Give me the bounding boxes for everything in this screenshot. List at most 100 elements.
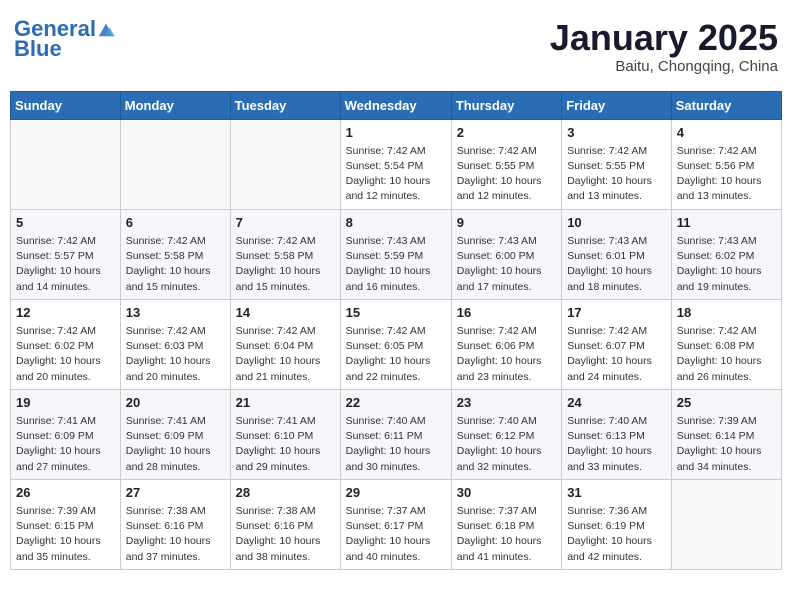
day-info: Sunrise: 7:42 AMSunset: 5:55 PMDaylight:… [567, 144, 666, 205]
calendar-cell: 28Sunrise: 7:38 AMSunset: 6:16 PMDayligh… [230, 479, 340, 569]
day-info: Sunrise: 7:43 AMSunset: 5:59 PMDaylight:… [346, 234, 446, 295]
calendar-cell: 4Sunrise: 7:42 AMSunset: 5:56 PMDaylight… [671, 119, 781, 209]
day-info: Sunrise: 7:38 AMSunset: 6:16 PMDaylight:… [126, 504, 225, 565]
day-info: Sunrise: 7:37 AMSunset: 6:17 PMDaylight:… [346, 504, 446, 565]
calendar-cell: 14 Sunrise: 7:42 AMSunset: 6:04 PMDayligh… [230, 299, 340, 389]
day-number: 19 [16, 394, 115, 412]
day-info: Sunrise: 7:43 AMSunset: 6:02 PMDaylight:… [677, 234, 776, 295]
calendar-cell: 25Sunrise: 7:39 AMSunset: 6:14 PMDayligh… [671, 389, 781, 479]
calendar-cell: 18Sunrise: 7:42 AMSunset: 6:08 PMDayligh… [671, 299, 781, 389]
day-number: 26 [16, 484, 115, 502]
calendar-cell: 10 Sunrise: 7:43 AMSunset: 6:01 PMDayligh… [562, 209, 672, 299]
calendar-cell: 13Sunrise: 7:42 AMSunset: 6:03 PMDayligh… [120, 299, 230, 389]
day-number: 31 [567, 484, 666, 502]
day-number: 11 [677, 214, 776, 232]
day-number: 28 [236, 484, 335, 502]
day-number: 15 [346, 304, 446, 322]
day-info: Sunrise: 7:39 AMSunset: 6:14 PMDaylight:… [677, 414, 776, 475]
calendar-cell: 3 Sunrise: 7:42 AMSunset: 5:55 PMDaylight… [562, 119, 672, 209]
calendar-cell: 16 Sunrise: 7:42 AMSunset: 6:06 PMDayligh… [451, 299, 561, 389]
calendar-cell: 9 Sunrise: 7:43 AMSunset: 6:00 PMDaylight… [451, 209, 561, 299]
logo: General Blue [14, 18, 115, 60]
day-number: 20 [126, 394, 225, 412]
day-info: Sunrise: 7:42 AMSunset: 5:54 PMDaylight:… [346, 144, 446, 205]
day-info: Sunrise: 7:42 AMSunset: 5:56 PMDaylight:… [677, 144, 776, 205]
day-info: Sunrise: 7:43 AMSunset: 6:00 PMDaylight:… [457, 234, 556, 295]
day-number: 30 [457, 484, 556, 502]
day-info: Sunrise: 7:40 AMSunset: 6:13 PMDaylight:… [567, 414, 666, 475]
logo-text-line2: Blue [14, 38, 115, 60]
location-subtitle: Baitu, Chongqing, China [550, 58, 778, 75]
calendar-cell: 22 Sunrise: 7:40 AMSunset: 6:11 PMDayligh… [340, 389, 451, 479]
day-number: 9 [457, 214, 556, 232]
day-info: Sunrise: 7:41 AMSunset: 6:09 PMDaylight:… [126, 414, 225, 475]
calendar-cell: 26 Sunrise: 7:39 AMSunset: 6:15 PMDayligh… [11, 479, 121, 569]
calendar-cell: 21 Sunrise: 7:41 AMSunset: 6:10 PMDayligh… [230, 389, 340, 479]
calendar-cell: 2 Sunrise: 7:42 AMSunset: 5:55 PMDaylight… [451, 119, 561, 209]
calendar-cell: 8 Sunrise: 7:43 AMSunset: 5:59 PMDaylight… [340, 209, 451, 299]
day-number: 12 [16, 304, 115, 322]
day-number: 16 [457, 304, 556, 322]
weekday-header-tuesday: Tuesday [230, 91, 340, 119]
calendar-cell: 19 Sunrise: 7:41 AMSunset: 6:09 PMDayligh… [11, 389, 121, 479]
calendar-cell: 31 Sunrise: 7:36 AMSunset: 6:19 PMDayligh… [562, 479, 672, 569]
calendar-cell: 7 Sunrise: 7:42 AMSunset: 5:58 PMDaylight… [230, 209, 340, 299]
calendar-cell: 30Sunrise: 7:37 AMSunset: 6:18 PMDayligh… [451, 479, 561, 569]
week-row-5: 26 Sunrise: 7:39 AMSunset: 6:15 PMDayligh… [11, 479, 782, 569]
calendar-cell: 12 Sunrise: 7:42 AMSunset: 6:02 PMDayligh… [11, 299, 121, 389]
weekday-header-sunday: Sunday [11, 91, 121, 119]
day-info: Sunrise: 7:42 AMSunset: 6:02 PMDaylight:… [16, 324, 115, 385]
calendar-cell: 6 Sunrise: 7:42 AMSunset: 5:58 PMDaylight… [120, 209, 230, 299]
day-number: 17 [567, 304, 666, 322]
weekday-header-friday: Friday [562, 91, 672, 119]
calendar-cell: 24Sunrise: 7:40 AMSunset: 6:13 PMDayligh… [562, 389, 672, 479]
day-info: Sunrise: 7:41 AMSunset: 6:09 PMDaylight:… [16, 414, 115, 475]
day-number: 5 [16, 214, 115, 232]
day-info: Sunrise: 7:40 AMSunset: 6:12 PMDaylight:… [457, 414, 556, 475]
day-info: Sunrise: 7:39 AMSunset: 6:15 PMDaylight:… [16, 504, 115, 565]
day-info: Sunrise: 7:42 AMSunset: 6:04 PMDaylight:… [236, 324, 335, 385]
day-info: Sunrise: 7:42 AMSunset: 6:06 PMDaylight:… [457, 324, 556, 385]
calendar-cell [120, 119, 230, 209]
day-info: Sunrise: 7:42 AMSunset: 5:57 PMDaylight:… [16, 234, 115, 295]
day-info: Sunrise: 7:41 AMSunset: 6:10 PMDaylight:… [236, 414, 335, 475]
day-number: 1 [346, 124, 446, 142]
day-number: 8 [346, 214, 446, 232]
day-number: 7 [236, 214, 335, 232]
weekday-header-saturday: Saturday [671, 91, 781, 119]
weekday-header-thursday: Thursday [451, 91, 561, 119]
day-number: 29 [346, 484, 446, 502]
calendar-cell: 23 Sunrise: 7:40 AMSunset: 6:12 PMDayligh… [451, 389, 561, 479]
day-info: Sunrise: 7:42 AMSunset: 6:07 PMDaylight:… [567, 324, 666, 385]
day-number: 27 [126, 484, 225, 502]
calendar-cell: 15Sunrise: 7:42 AMSunset: 6:05 PMDayligh… [340, 299, 451, 389]
calendar-cell: 1 Sunrise: 7:42 AMSunset: 5:54 PMDaylight… [340, 119, 451, 209]
calendar-cell: 20 Sunrise: 7:41 AMSunset: 6:09 PMDayligh… [120, 389, 230, 479]
day-info: Sunrise: 7:42 AMSunset: 6:03 PMDaylight:… [126, 324, 225, 385]
day-number: 10 [567, 214, 666, 232]
calendar-cell: 29 Sunrise: 7:37 AMSunset: 6:17 PMDayligh… [340, 479, 451, 569]
day-number: 2 [457, 124, 556, 142]
day-number: 21 [236, 394, 335, 412]
title-block: January 2025 Baitu, Chongqing, China [550, 18, 778, 75]
day-info: Sunrise: 7:42 AMSunset: 5:58 PMDaylight:… [236, 234, 335, 295]
day-info: Sunrise: 7:40 AMSunset: 6:11 PMDaylight:… [346, 414, 446, 475]
day-number: 6 [126, 214, 225, 232]
day-number: 14 [236, 304, 335, 322]
calendar-cell: 5 Sunrise: 7:42 AMSunset: 5:57 PMDaylight… [11, 209, 121, 299]
day-number: 18 [677, 304, 776, 322]
day-info: Sunrise: 7:43 AMSunset: 6:01 PMDaylight:… [567, 234, 666, 295]
day-info: Sunrise: 7:42 AMSunset: 5:55 PMDaylight:… [457, 144, 556, 205]
calendar-cell [671, 479, 781, 569]
day-info: Sunrise: 7:42 AMSunset: 5:58 PMDaylight:… [126, 234, 225, 295]
weekday-header-row: SundayMondayTuesdayWednesdayThursdayFrid… [11, 91, 782, 119]
day-number: 22 [346, 394, 446, 412]
weekday-header-wednesday: Wednesday [340, 91, 451, 119]
day-info: Sunrise: 7:36 AMSunset: 6:19 PMDaylight:… [567, 504, 666, 565]
calendar-cell: 11 Sunrise: 7:43 AMSunset: 6:02 PMDayligh… [671, 209, 781, 299]
page-header: General Blue January 2025 Baitu, Chongqi… [10, 10, 782, 83]
week-row-4: 19 Sunrise: 7:41 AMSunset: 6:09 PMDayligh… [11, 389, 782, 479]
day-number: 23 [457, 394, 556, 412]
month-title: January 2025 [550, 18, 778, 58]
day-number: 3 [567, 124, 666, 142]
